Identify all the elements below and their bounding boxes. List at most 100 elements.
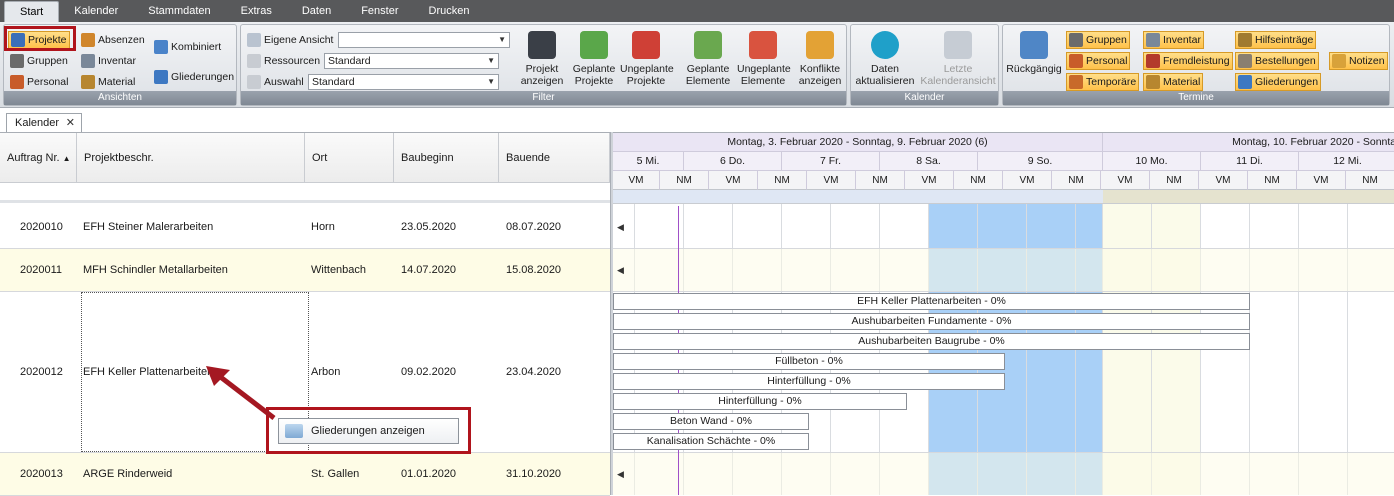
group-filter: Eigene Ansicht ▼ Ressourcen Standard ▼ Au… [240,24,847,106]
notizen-icon [1332,54,1346,68]
day-header: 7 Fr. [782,152,880,171]
material-button[interactable]: Material [79,73,137,91]
column-header-ort[interactable]: Ort [305,133,394,183]
gantt-bar[interactable]: Aushubarbeiten Fundamente - 0% [613,313,1250,330]
tab-fenster[interactable]: Fenster [346,0,413,22]
absenzen-button[interactable]: Absenzen [79,31,147,49]
inventar-icon [1146,33,1160,47]
half-nm: NM [954,171,1003,190]
tab-daten[interactable]: Daten [287,0,346,22]
tab-drucken[interactable]: Drucken [414,0,485,22]
ressourcen-label: Ressourcen [245,52,322,70]
ribbon-tabs: Start Kalender Stammdaten Extras Daten F… [0,0,1394,22]
tab-start[interactable]: Start [4,1,60,22]
column-header-projektbeschr[interactable]: Projektbeschr. [77,133,305,183]
calendar-filter-strip [1103,190,1394,204]
cell-bauende: 23.04.2020 [506,366,562,378]
calendar-check-icon [580,31,608,59]
projekt-anzeigen-button[interactable]: Projekt anzeigen [516,29,568,87]
column-header-bauende[interactable]: Bauende [499,133,610,183]
group-title-termine: Termine [1003,91,1389,105]
gantt-bar[interactable]: Beton Wand - 0% [613,413,809,430]
undo-icon [1020,31,1048,59]
geplante-elemente-button[interactable]: Geplante Elemente [682,29,734,87]
kalender-doc-tab[interactable]: Kalender ✕ [6,113,82,133]
table-icon [247,33,261,47]
auswahl-select[interactable]: Standard ▼ [308,74,499,90]
gantt-bar[interactable]: Kanalisation Schächte - 0% [613,433,809,450]
cell-bauende: 31.10.2020 [506,468,562,480]
rueckgaengig-button[interactable]: Rückgängig [1005,29,1063,75]
sort-up-icon: ▲ [62,154,71,163]
column-header-baubeginn[interactable]: Baubeginn [394,133,499,183]
column-header-auftrag[interactable]: Auftrag Nr. ▲ [0,133,77,183]
termine-inventar-button[interactable]: Inventar [1143,31,1204,49]
cell-ort: Wittenbach [311,264,367,276]
table-row[interactable]: 2020011 MFH Schindler Metallarbeiten Wit… [0,249,610,292]
cell-auftrag: 2020013 [20,468,63,480]
tab-kalender[interactable]: Kalender [59,0,133,22]
calendar-row: ◀ [613,206,1394,249]
day-header: 6 Do. [684,152,782,171]
gliederungen-button[interactable]: Gliederungen [152,68,236,86]
day-header: 8 Sa. [880,152,978,171]
clipboard-icon [806,31,834,59]
half-vm: VM [1003,171,1052,190]
context-menu-item-gliederungen[interactable]: Gliederungen anzeigen [278,418,459,444]
daten-aktualisieren-button[interactable]: Daten aktualisieren [853,29,917,87]
inventar-icon [81,54,95,68]
termine-bestellungen-button[interactable]: Bestellungen [1235,52,1319,70]
half-vm: VM [807,171,856,190]
binoculars-icon [528,31,556,59]
personal-button[interactable]: Personal [8,73,70,91]
half-vm: VM [1297,171,1346,190]
scroll-left-icon[interactable]: ◀ [617,469,624,480]
tab-extras[interactable]: Extras [226,0,287,22]
termine-hilfseintraege-button[interactable]: Hilfseinträge [1235,31,1317,49]
gantt-bar[interactable]: Aushubarbeiten Baugrube - 0% [613,333,1250,350]
scroll-left-icon[interactable]: ◀ [617,222,624,233]
gruppen-button[interactable]: Gruppen [8,52,70,70]
ressourcen-select[interactable]: Standard ▼ [324,53,499,69]
tab-stammdaten[interactable]: Stammdaten [133,0,225,22]
group-title-ansichten: Ansichten [4,91,236,105]
auswahl-label: Auswahl [245,73,306,91]
termine-personal-button[interactable]: Personal [1066,52,1131,70]
table-row[interactable]: 2020013 ARGE Rinderweid St. Gallen 01.01… [0,453,610,496]
inventar-button[interactable]: Inventar [79,52,138,70]
letzte-kalenderansicht-button[interactable]: Letzte Kalenderansicht [917,29,999,87]
gruppen-icon [1069,33,1083,47]
filter-row[interactable] [0,183,610,203]
chevron-down-icon: ▼ [498,35,506,44]
week-header-2: Montag, 10. Februar 2020 - Sonntag [1103,133,1394,152]
ungeplante-elemente-button[interactable]: Ungeplante Elemente [737,29,791,87]
ungeplante-projekte-button[interactable]: Ungeplante Projekte [620,29,674,87]
gliederungen-icon [154,70,168,84]
termine-fremdleistung-button[interactable]: Fremdleistung [1143,52,1233,70]
annotation-arrow-icon [206,366,276,420]
chevron-down-icon: ▼ [487,56,495,65]
day-header: 12 Mi. [1299,152,1394,171]
konflikte-anzeigen-button[interactable]: Konflikte anzeigen [794,29,846,87]
termine-gliederungen-button[interactable]: Gliederungen [1235,73,1322,91]
gantt-bar[interactable]: Hinterfüllung - 0% [613,373,1005,390]
termine-temporaere-button[interactable]: Temporäre [1066,73,1140,91]
kombiniert-button[interactable]: Kombiniert [152,38,223,56]
cell-projektbeschr: EFH Keller Plattenarbeiten [83,366,214,378]
geplante-projekte-button[interactable]: Geplante Projekte [568,29,620,87]
gantt-bar[interactable]: EFH Keller Plattenarbeiten - 0% [613,293,1250,310]
close-icon[interactable]: ✕ [66,114,75,132]
cell-projektbeschr: ARGE Rinderweid [83,468,173,480]
eigene-ansicht-select[interactable]: ▼ [338,32,510,48]
cell-ort: St. Gallen [311,468,360,480]
termine-notizen-button[interactable]: Notizen [1329,52,1388,70]
gantt-bar[interactable]: Hinterfüllung - 0% [613,393,907,410]
gantt-bar[interactable]: Füllbeton - 0% [613,353,1005,370]
cell-auftrag: 2020010 [20,221,63,233]
group-kalender: Daten aktualisieren Letzte Kalenderansicht… [850,24,999,106]
termine-gruppen-button[interactable]: Gruppen [1066,31,1130,49]
scroll-left-icon[interactable]: ◀ [617,265,624,276]
termine-material-button[interactable]: Material [1143,73,1204,91]
half-vm: VM [1199,171,1248,190]
table-row[interactable]: 2020010 EFH Steiner Malerarbeiten Horn 2… [0,206,610,249]
